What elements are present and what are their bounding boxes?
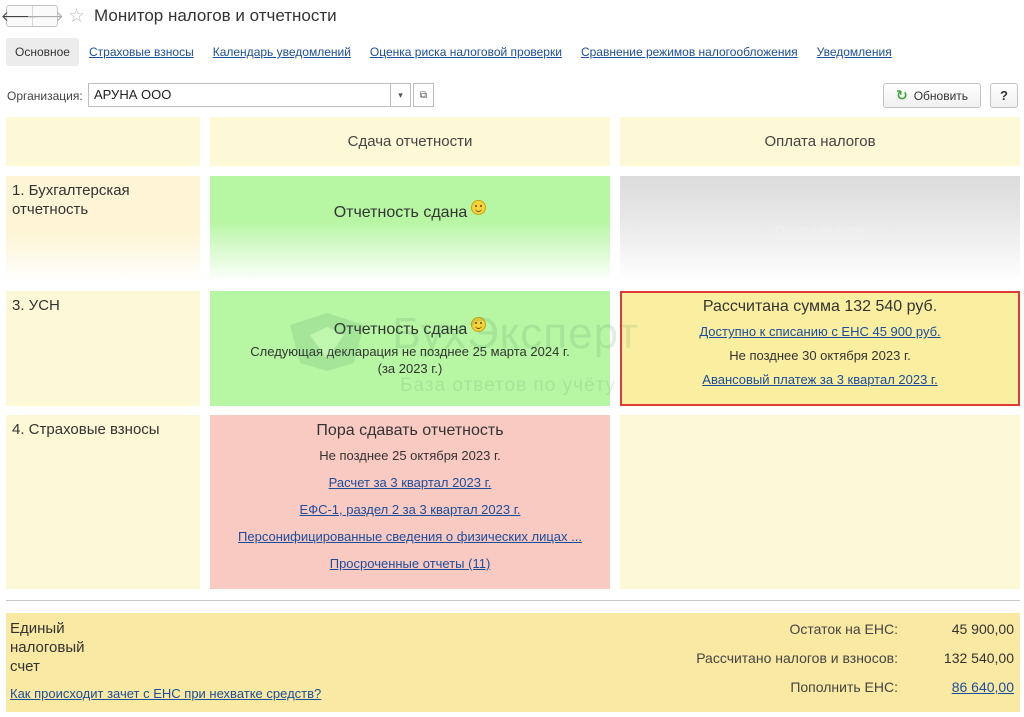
tab-risk[interactable]: Оценка риска налоговой проверки [361,38,571,66]
insurance-reporting-title: Пора сдавать отчетность [316,422,504,439]
insurance-payment-cell [620,415,1020,589]
usn-payment-title: Рассчитана сумма 132 540 руб. [702,298,938,315]
org-input[interactable]: АРУНА ООО [88,83,390,107]
accounting-payment-status: Оплата налогов [775,223,865,237]
accounting-reporting-status: Отчетность сдана [333,204,468,221]
ens-topup-link[interactable]: 86 640,00 [952,679,1014,695]
smiley-icon [471,200,487,215]
usn-payment-deadline: Не позднее 30 октября 2023 г. [729,348,911,363]
ens-topup-label: Пополнить ЕНС: [790,679,898,695]
org-label: Организация: [7,89,83,103]
usn-reporting-cell[interactable]: Отчетность сдана Следующая декларация не… [210,291,610,406]
usn-reporting-status: Отчетность сдана [333,321,468,338]
accounting-payment-cell: Оплата налогов [620,176,1020,282]
report-link-q3[interactable]: Расчет за 3 квартал 2023 г. [329,475,492,490]
tab-regimes[interactable]: Сравнение режимов налогообложения [572,38,807,66]
tab-notifications[interactable]: Уведомления [808,38,901,66]
report-link-efs1[interactable]: ЕФС-1, раздел 2 за 3 квартал 2023 г. [300,502,521,517]
report-link-overdue[interactable]: Просроченные отчеты (11) [330,556,491,571]
page-title: Монитор налогов и отчетности [94,6,337,25]
tab-insurance[interactable]: Страховые взносы [80,38,203,66]
ens-calculated-label: Рассчитано налогов и взносов: [696,650,898,666]
row-label-accounting: 1. Бухгалтерская отчетность [6,176,200,282]
nav-buttons: 🡐 🡒 [1,5,64,27]
tab-bar: Основное Страховые взносы Календарь увед… [6,38,902,66]
column-header-reporting: Сдача отчетности [210,117,610,166]
refresh-label: Обновить [913,88,969,103]
org-field: АРУНА ООО ▾ ⧉ [88,83,434,107]
open-icon[interactable]: ⧉ [413,83,434,107]
ens-calculated-value: 132 540,00 [943,650,1014,666]
insurance-reporting-deadline: Не позднее 25 октября 2023 г. [319,448,501,463]
star-icon[interactable]: ☆ [68,7,85,26]
ens-panel: Единый налоговый счет Как происходит зач… [6,613,1020,712]
ens-available-link[interactable]: Доступно к списанию с ЕНС 45 900 руб. [699,324,940,339]
row-label-usn: 3. УСН [6,291,200,406]
help-button[interactable]: ? [990,83,1018,108]
usn-reporting-note: Следующая декларация не позднее 25 марта… [250,344,570,376]
ens-label: Единый налоговый счет [10,620,85,675]
tab-main[interactable]: Основное [6,38,79,66]
row-label-insurance: 4. Страховые взносы [6,415,200,589]
divider [6,600,1020,601]
ens-balance-label: Остаток на ЕНС: [789,621,898,637]
chevron-down-icon[interactable]: ▾ [390,83,411,107]
title-bar: 🡐 🡒 ☆ Монитор налогов и отчетности [1,4,337,28]
insurance-reporting-cell: Пора сдавать отчетность Не позднее 25 ок… [210,415,610,589]
refresh-button[interactable]: ↻ Обновить [883,83,981,108]
usn-payment-cell: Рассчитана сумма 132 540 руб. Доступно к… [620,291,1020,406]
corner-cell [6,117,200,166]
accounting-reporting-cell[interactable]: Отчетность сдана [210,176,610,282]
smiley-icon [471,317,487,332]
ens-balance-value: 45 900,00 [951,621,1014,637]
column-header-payment: Оплата налогов [620,117,1020,166]
forward-arrow-icon[interactable]: 🡒 [26,6,64,26]
tab-calendar[interactable]: Календарь уведомлений [204,38,360,66]
report-link-personal[interactable]: Персонифицированные сведения о физически… [238,529,582,544]
ens-help-link[interactable]: Как происходит зачет с ЕНС при нехватке … [10,686,321,701]
refresh-icon: ↻ [895,87,908,103]
advance-payment-link[interactable]: Авансовый платеж за 3 квартал 2023 г. [702,372,937,387]
